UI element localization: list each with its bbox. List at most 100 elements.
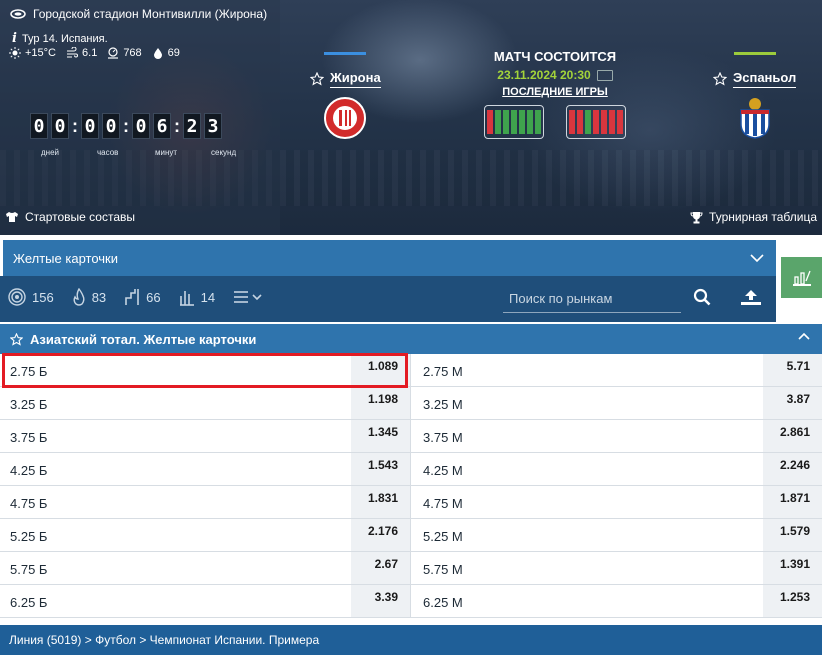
match-info-panel: Городской стадион Монтивилли (Жирона) i … bbox=[0, 0, 280, 235]
market-group-popular[interactable]: 83 bbox=[72, 288, 106, 306]
star-icon[interactable] bbox=[310, 72, 324, 86]
away-team-name-row[interactable]: Эспаньол bbox=[713, 70, 797, 88]
form-result-red bbox=[601, 110, 607, 134]
home-team-name[interactable]: Жирона bbox=[330, 70, 381, 88]
countdown-separator: : bbox=[123, 115, 129, 136]
market-search bbox=[503, 285, 681, 313]
outcome-label[interactable]: 5.25 М bbox=[423, 529, 463, 544]
match-status: МАТЧ СОСТОИТСЯ bbox=[493, 49, 617, 64]
form-result-red bbox=[593, 110, 599, 134]
wind-icon bbox=[67, 47, 78, 58]
outcome-label[interactable]: 3.25 Б bbox=[10, 397, 47, 412]
odds-button[interactable]: 5.71 bbox=[763, 354, 822, 386]
market-selector[interactable]: Желтые карточки bbox=[3, 240, 776, 276]
market-group-all[interactable]: 156 bbox=[8, 288, 54, 306]
espanyol-logo-icon bbox=[739, 98, 770, 139]
countdown-timer: 0 0 : 0 0 : 0 6 : 2 3 bbox=[30, 113, 225, 139]
search-icon[interactable] bbox=[693, 288, 711, 306]
away-team-name[interactable]: Эспаньол bbox=[733, 70, 797, 88]
outcome-label[interactable]: 3.75 М bbox=[423, 430, 463, 445]
collapse-all-icon[interactable] bbox=[740, 288, 762, 306]
odds-button[interactable]: 1.391 bbox=[763, 552, 822, 584]
away-form-box[interactable] bbox=[566, 105, 626, 139]
odds-button[interactable]: 1.543 bbox=[351, 453, 410, 485]
match-datetime-row: 23.11.2024 20:30 bbox=[470, 68, 640, 82]
outcome-label[interactable]: 5.75 Б bbox=[10, 562, 47, 577]
odds-button[interactable]: 1.831 bbox=[351, 486, 410, 518]
form-result-green bbox=[495, 110, 501, 134]
countdown-digit: 6 bbox=[153, 113, 171, 139]
list-menu-icon bbox=[234, 291, 262, 303]
tv-icon[interactable] bbox=[596, 69, 613, 81]
home-team-name-row[interactable]: Жирона bbox=[310, 70, 381, 88]
countdown-label-days: дней bbox=[41, 148, 60, 157]
odds-button[interactable]: 1.345 bbox=[351, 420, 410, 452]
market-list-menu[interactable] bbox=[233, 290, 263, 304]
odds-row: 3.25 Б 1.198 3.25 М 3.87 bbox=[0, 387, 822, 420]
chevron-down-icon[interactable] bbox=[750, 253, 764, 263]
outcome-label[interactable]: 5.25 Б bbox=[10, 529, 47, 544]
form-result-green bbox=[503, 110, 509, 134]
countdown-digit: 3 bbox=[204, 113, 222, 139]
odds-button[interactable]: 1.089 bbox=[351, 354, 410, 386]
outcome-label[interactable]: 4.75 Б bbox=[10, 496, 47, 511]
form-result-green bbox=[527, 110, 533, 134]
standings-link[interactable]: Турнирная таблица bbox=[690, 210, 817, 224]
countdown-separator: : bbox=[72, 115, 78, 136]
section-header[interactable]: Азиатский тотал. Желтые карточки bbox=[0, 324, 822, 354]
odds-row: 2.75 Б 1.089 2.75 М 5.71 bbox=[0, 354, 822, 387]
match-center: МАТЧ СОСТОИТСЯ 23.11.2024 20:30 ПОСЛЕДНИ… bbox=[470, 49, 640, 139]
market-search-input[interactable] bbox=[503, 285, 653, 311]
match-header: Городской стадион Монтивилли (Жирона) i … bbox=[0, 0, 822, 235]
form-result-red bbox=[577, 110, 583, 134]
away-team: Эспаньол bbox=[713, 52, 797, 140]
lineups-link[interactable]: Стартовые составы bbox=[5, 210, 135, 224]
outcome-label[interactable]: 2.75 М bbox=[423, 364, 463, 379]
odds-button[interactable]: 2.246 bbox=[763, 453, 822, 485]
venue-name: Городской стадион Монтивилли (Жирона) bbox=[33, 7, 268, 21]
outcome-label[interactable]: 3.25 М bbox=[423, 397, 463, 412]
recent-form bbox=[470, 105, 640, 139]
form-result-red bbox=[617, 110, 623, 134]
outcome-label[interactable]: 4.75 М bbox=[423, 496, 463, 511]
odds-button[interactable]: 1.871 bbox=[763, 486, 822, 518]
stats-icon bbox=[792, 270, 811, 286]
odds-button[interactable]: 3.39 bbox=[351, 585, 410, 617]
odds-button[interactable]: 1.579 bbox=[763, 519, 822, 551]
outcome-label[interactable]: 6.25 М bbox=[423, 595, 463, 610]
market-group-stats[interactable]: 14 bbox=[179, 288, 215, 306]
last-games-link[interactable]: ПОСЛЕДНИЕ ИГРЫ bbox=[470, 86, 640, 98]
outcome-label[interactable]: 5.75 М bbox=[423, 562, 463, 577]
lineups-label: Стартовые составы bbox=[25, 210, 135, 224]
outcome-label[interactable]: 2.75 Б bbox=[10, 364, 47, 379]
odds-button[interactable]: 1.198 bbox=[351, 387, 410, 419]
countdown-label-seconds: секунд bbox=[211, 148, 237, 157]
outcome-label[interactable]: 3.75 Б bbox=[10, 430, 47, 445]
market-selector-label: Желтые карточки bbox=[13, 250, 118, 266]
outcome-label[interactable]: 6.25 Б bbox=[10, 595, 47, 610]
drop-icon bbox=[153, 48, 162, 59]
odds-button[interactable]: 3.87 bbox=[763, 387, 822, 419]
form-result-green bbox=[519, 110, 525, 134]
breadcrumb-text[interactable]: Линия (5019) > Футбол > Чемпионат Испани… bbox=[9, 633, 319, 647]
form-result-green bbox=[511, 110, 517, 134]
outcome-label[interactable]: 4.25 М bbox=[423, 463, 463, 478]
home-form-box[interactable] bbox=[484, 105, 544, 139]
odds-row: 5.25 Б 2.176 5.25 М 1.579 bbox=[0, 519, 822, 552]
star-icon[interactable] bbox=[713, 72, 727, 86]
venue-row: Городской стадион Монтивилли (Жирона) bbox=[10, 7, 267, 21]
market-group-totals[interactable]: 66 bbox=[124, 288, 161, 306]
star-icon[interactable] bbox=[10, 332, 23, 346]
form-result-red bbox=[487, 110, 493, 134]
standings-label: Турнирная таблица bbox=[709, 210, 817, 224]
statistics-button[interactable] bbox=[781, 257, 822, 298]
market-group-counts: 156 83 66 14 bbox=[8, 288, 281, 306]
odds-button[interactable]: 1.253 bbox=[763, 585, 822, 617]
odds-button[interactable]: 2.67 bbox=[351, 552, 410, 584]
outcome-label[interactable]: 4.25 Б bbox=[10, 463, 47, 478]
girona-logo-icon bbox=[324, 97, 367, 139]
odds-button[interactable]: 2.861 bbox=[763, 420, 822, 452]
chevron-up-icon[interactable] bbox=[798, 332, 810, 340]
odds-button[interactable]: 2.176 bbox=[351, 519, 410, 551]
target-icon bbox=[8, 288, 26, 306]
